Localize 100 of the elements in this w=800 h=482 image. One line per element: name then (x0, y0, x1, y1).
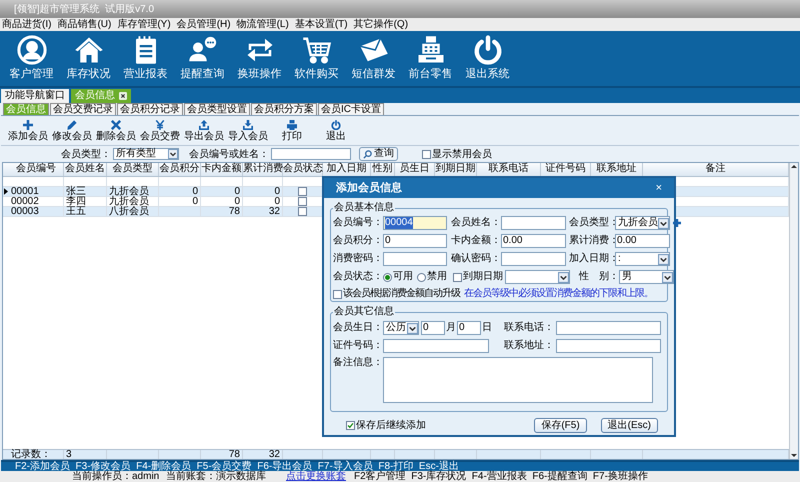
tab[interactable]: 功能导航窗口 (1, 89, 69, 103)
dropdown[interactable] (505, 270, 570, 284)
input-field[interactable]: 00004 (383, 216, 447, 230)
input-field[interactable] (556, 321, 661, 335)
table-cell: 王五 (64, 207, 107, 216)
person-icon (16, 35, 46, 65)
search-icon (363, 150, 372, 158)
nav-button[interactable]: 前台零售 (402, 35, 459, 81)
column-header[interactable]: 卡内金额 (201, 163, 243, 176)
toolbar-button[interactable]: 打印 (270, 120, 314, 142)
subtab[interactable]: 会员类型设置 (184, 103, 250, 115)
column-header[interactable]: 会员姓名 (64, 163, 107, 176)
dropdown[interactable]: 九折会员 (615, 216, 670, 230)
nav-button[interactable]: 短信群发 (345, 35, 402, 81)
checkbox-label: 该会员根据消费金额自动升级 (343, 288, 460, 300)
search-field[interactable] (271, 148, 351, 160)
column-header[interactable]: 会员编号 (9, 163, 64, 176)
radio-label: 可用 (393, 271, 413, 283)
subtab[interactable]: 会员交费记录 (50, 103, 116, 115)
toolbar-button[interactable]: 退出 (314, 120, 358, 142)
checkbox[interactable] (298, 187, 307, 196)
subtab[interactable]: 会员IC卡设置 (318, 103, 384, 115)
save-button[interactable]: 保存(F5) (534, 418, 587, 433)
toolbar-button[interactable]: 添加会员 (6, 120, 50, 142)
column-header[interactable]: 累计消费 (243, 163, 283, 176)
nav-button[interactable]: 客户管理 (3, 35, 60, 81)
column-header[interactable]: 会员积分 (159, 163, 201, 176)
table-cell: 九折会员 (107, 187, 159, 196)
nav-button[interactable]: 提醒查询 (174, 35, 231, 81)
exit-button[interactable]: 退出(Esc) (600, 418, 658, 433)
dropdown[interactable]: : (615, 252, 670, 266)
nav-button[interactable]: 换班操作 (231, 35, 288, 81)
caret-icon (558, 272, 569, 282)
scroll-up-icon[interactable] (790, 163, 798, 171)
menu-item[interactable]: 商品进货(I) (2, 18, 52, 30)
table-cell: 00003 (9, 207, 64, 216)
toolbar-button[interactable]: 导出会员 (182, 120, 226, 142)
dropdown[interactable]: 男 (619, 270, 674, 284)
checkbox-label: 显示禁用会员 (432, 148, 492, 162)
column-header[interactable]: 会员类型 (107, 163, 159, 176)
cross-icon (111, 120, 121, 130)
dialog-title: 添加会员信息 (336, 180, 402, 196)
menu-item[interactable]: 其它操作(Q) (354, 18, 408, 30)
add-icon[interactable] (673, 219, 681, 227)
input-field[interactable] (501, 252, 566, 266)
checkbox[interactable] (298, 197, 307, 206)
field-label: 会员姓名： (450, 217, 501, 229)
input-field[interactable]: 0 (457, 321, 481, 335)
checkbox[interactable] (298, 207, 307, 216)
nav-button[interactable]: 营业报表 (117, 35, 174, 81)
window-title: [领智]超市管理系统 试用版v7.0 (14, 2, 154, 16)
scrollbar[interactable] (789, 163, 798, 459)
menu-item[interactable]: 基本设置(T) (294, 18, 348, 30)
input-field[interactable] (556, 339, 661, 353)
toolbar-button[interactable]: 修改会员 (50, 120, 94, 142)
table-cell: 0 (243, 197, 283, 206)
checkbox[interactable] (333, 290, 342, 298)
checkbox[interactable] (453, 272, 462, 282)
table-cell: 0 (159, 197, 201, 206)
field-label: 备注信息： (333, 357, 383, 369)
radio-button[interactable] (383, 272, 392, 282)
type-dropdown[interactable]: 所有类型 (113, 148, 179, 160)
hotkey-hint: F2-添加会员 F3-修改会员 F4-删除会员 F5-会员交费 F6-导出会员 F7-导入会员 F8-打印 Esc-退出 (15, 462, 459, 472)
check-icon (347, 422, 354, 429)
table-cell: 张三 (64, 187, 107, 196)
input-field[interactable] (383, 252, 447, 266)
toolbar-button[interactable]: 删除会员 (94, 120, 138, 142)
cash-register-icon (416, 35, 446, 65)
caret-icon (168, 149, 178, 159)
menu-item[interactable]: 商品销售(U) (57, 18, 112, 30)
checkbox[interactable] (422, 150, 431, 158)
menu-item[interactable]: 会员管理(H) (176, 18, 231, 30)
remark-field[interactable] (383, 357, 653, 403)
operator-status: 当前操作员：admin (72, 472, 160, 482)
checkbox[interactable] (346, 421, 355, 430)
subtab[interactable]: 会员积分方案 (251, 103, 317, 115)
dropdown[interactable]: 公历 (383, 321, 419, 335)
toolbar-button[interactable]: 导入会员 (226, 120, 270, 142)
nav-button[interactable]: 库存状况 (60, 35, 117, 81)
field-label: 会员状态： (333, 271, 383, 283)
input-field[interactable]: 0.00 (615, 234, 670, 248)
field-label: 会员积分： (333, 235, 383, 247)
input-field[interactable] (501, 216, 566, 230)
field-label: 会员类型： (569, 217, 615, 229)
toolbar-button[interactable]: 会员交费 (138, 120, 182, 142)
input-field[interactable]: 0 (421, 321, 445, 335)
input-field[interactable] (383, 339, 489, 353)
nav-button[interactable]: 软件购买 (288, 35, 345, 81)
close-icon[interactable] (119, 92, 127, 100)
checkbox-label: 到期日期 (463, 271, 503, 283)
radio-button[interactable] (417, 272, 426, 282)
close-button[interactable]: × (656, 182, 662, 194)
input-field[interactable]: 0.00 (501, 234, 566, 248)
input-field[interactable]: 0 (383, 234, 447, 248)
change-account-link[interactable]: 点击更换账套 (286, 472, 346, 482)
menu-item[interactable]: 库存管理(Y) (117, 18, 171, 30)
subtab[interactable]: 会员积分记录 (117, 103, 183, 115)
search-button[interactable]: 查询 (359, 147, 398, 161)
menu-item[interactable]: 物流管理(L) (236, 18, 289, 30)
nav-button[interactable]: 退出系统 (459, 35, 516, 81)
